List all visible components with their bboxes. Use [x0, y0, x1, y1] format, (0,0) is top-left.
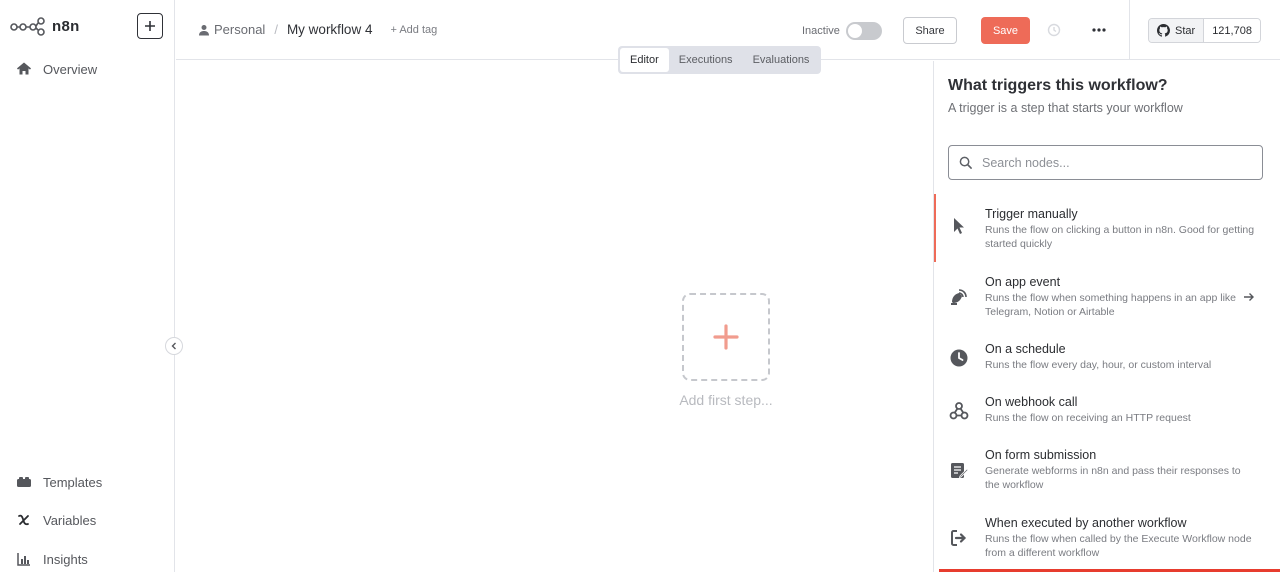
panel-subtitle: A trigger is a step that starts your wor… — [948, 101, 1183, 115]
trigger-title: When executed by another workflow — [985, 516, 1187, 530]
sign-in-icon — [951, 530, 967, 546]
search-input[interactable] — [982, 155, 1252, 170]
header-divider — [1129, 0, 1130, 60]
webhook-icon — [949, 402, 969, 420]
plus-icon — [713, 324, 739, 350]
add-tag-button[interactable]: + Add tag — [390, 24, 437, 36]
breadcrumb: Personal / My workflow 4 + Add tag — [198, 22, 437, 37]
tab-executions[interactable]: Executions — [669, 48, 743, 72]
sidebar-item-insights[interactable]: Insights — [16, 548, 88, 570]
cursor-icon — [954, 218, 964, 234]
plus-icon — [145, 21, 155, 31]
person-icon — [199, 24, 209, 35]
share-button[interactable]: Share — [903, 17, 957, 44]
status-label: Inactive — [802, 25, 840, 37]
github-star-label: Star — [1175, 24, 1196, 37]
trigger-title: On a schedule — [985, 342, 1066, 356]
sidebar-item-variables[interactable]: Variables — [16, 509, 96, 531]
sidebar-item-templates[interactable]: Templates — [16, 471, 102, 493]
satellite-icon — [951, 289, 967, 305]
trigger-title: On form submission — [985, 448, 1097, 462]
n8n-logo-icon — [10, 17, 45, 36]
tab-editor[interactable]: Editor — [620, 48, 669, 72]
trigger-description: Runs the flow every day, hour, or custom… — [985, 359, 1212, 371]
sidebar-item-label: Templates — [43, 474, 103, 490]
sidebar-item-label: Variables — [43, 512, 97, 528]
search-box — [948, 145, 1263, 180]
clock-icon — [950, 349, 968, 367]
workflow-name[interactable]: My workflow 4 — [287, 22, 373, 37]
tab-evaluations[interactable]: Evaluations — [743, 48, 820, 72]
trigger-title: On app event — [985, 275, 1061, 289]
trigger-description: Generate webforms in n8n and pass their … — [985, 465, 1241, 491]
trigger-description: Runs the flow when called by the Execute… — [985, 533, 1252, 559]
trigger-item-sub-workflow[interactable]: When executed by another workflow Runs t… — [934, 516, 1280, 566]
github-star-button[interactable]: Star 121,708 — [1148, 18, 1261, 43]
trigger-description: Runs the flow on clicking a button in n8… — [985, 224, 1255, 250]
breadcrumb-separator: / — [274, 22, 278, 37]
project-link[interactable]: Personal — [214, 22, 265, 37]
trigger-item-app-event[interactable]: On app event Runs the flow when somethin… — [934, 275, 1280, 335]
trigger-item-manual[interactable]: Trigger manually Runs the flow on clicki… — [934, 194, 1280, 262]
home-icon — [16, 62, 32, 75]
history-icon[interactable] — [1047, 23, 1061, 37]
chevron-left-icon — [171, 342, 176, 350]
sidebar: n8n Overview Templates Variables Insight… — [0, 0, 175, 572]
view-tabs: Editor Executions Evaluations — [618, 46, 822, 74]
trigger-title: Trigger manually — [985, 207, 1078, 221]
trigger-description: Runs the flow on receiving an HTTP reque… — [985, 412, 1191, 424]
workflow-canvas[interactable]: Add first step... — [176, 61, 933, 572]
active-toggle[interactable] — [845, 22, 882, 40]
variable-icon — [18, 514, 29, 526]
save-button[interactable]: Save — [981, 17, 1030, 44]
templates-icon — [17, 477, 31, 487]
github-star-count: 121,708 — [1204, 19, 1260, 42]
activation-status: Inactive — [802, 22, 882, 40]
sidebar-item-overview[interactable]: Overview — [16, 58, 97, 80]
arrow-right-icon — [1244, 293, 1254, 301]
collapse-sidebar-button[interactable] — [165, 337, 183, 355]
chart-icon — [17, 553, 30, 566]
sidebar-item-label: Overview — [43, 61, 98, 77]
trigger-item-schedule[interactable]: On a schedule Runs the flow every day, h… — [934, 342, 1280, 382]
search-icon — [959, 156, 972, 169]
logo[interactable]: n8n — [10, 14, 80, 38]
logo-text: n8n — [52, 17, 80, 35]
trigger-item-webhook[interactable]: On webhook call Runs the flow on receivi… — [934, 395, 1280, 435]
panel-title: What triggers this workflow? — [948, 77, 1168, 94]
github-star: Star — [1149, 19, 1205, 42]
create-button[interactable] — [137, 13, 163, 39]
trigger-description: Runs the flow when something happens in … — [985, 292, 1236, 318]
ellipsis-icon — [1092, 28, 1106, 32]
more-options-button[interactable] — [1089, 22, 1109, 38]
sidebar-item-label: Insights — [43, 551, 88, 567]
trigger-title: On webhook call — [985, 395, 1078, 409]
trigger-item-form[interactable]: On form submission Generate webforms in … — [934, 448, 1280, 504]
add-first-step-button[interactable] — [682, 293, 770, 381]
add-first-step-label: Add first step... — [679, 392, 773, 408]
form-icon — [951, 463, 969, 479]
github-icon — [1157, 24, 1170, 37]
trigger-panel: What triggers this workflow? A trigger i… — [933, 61, 1280, 572]
